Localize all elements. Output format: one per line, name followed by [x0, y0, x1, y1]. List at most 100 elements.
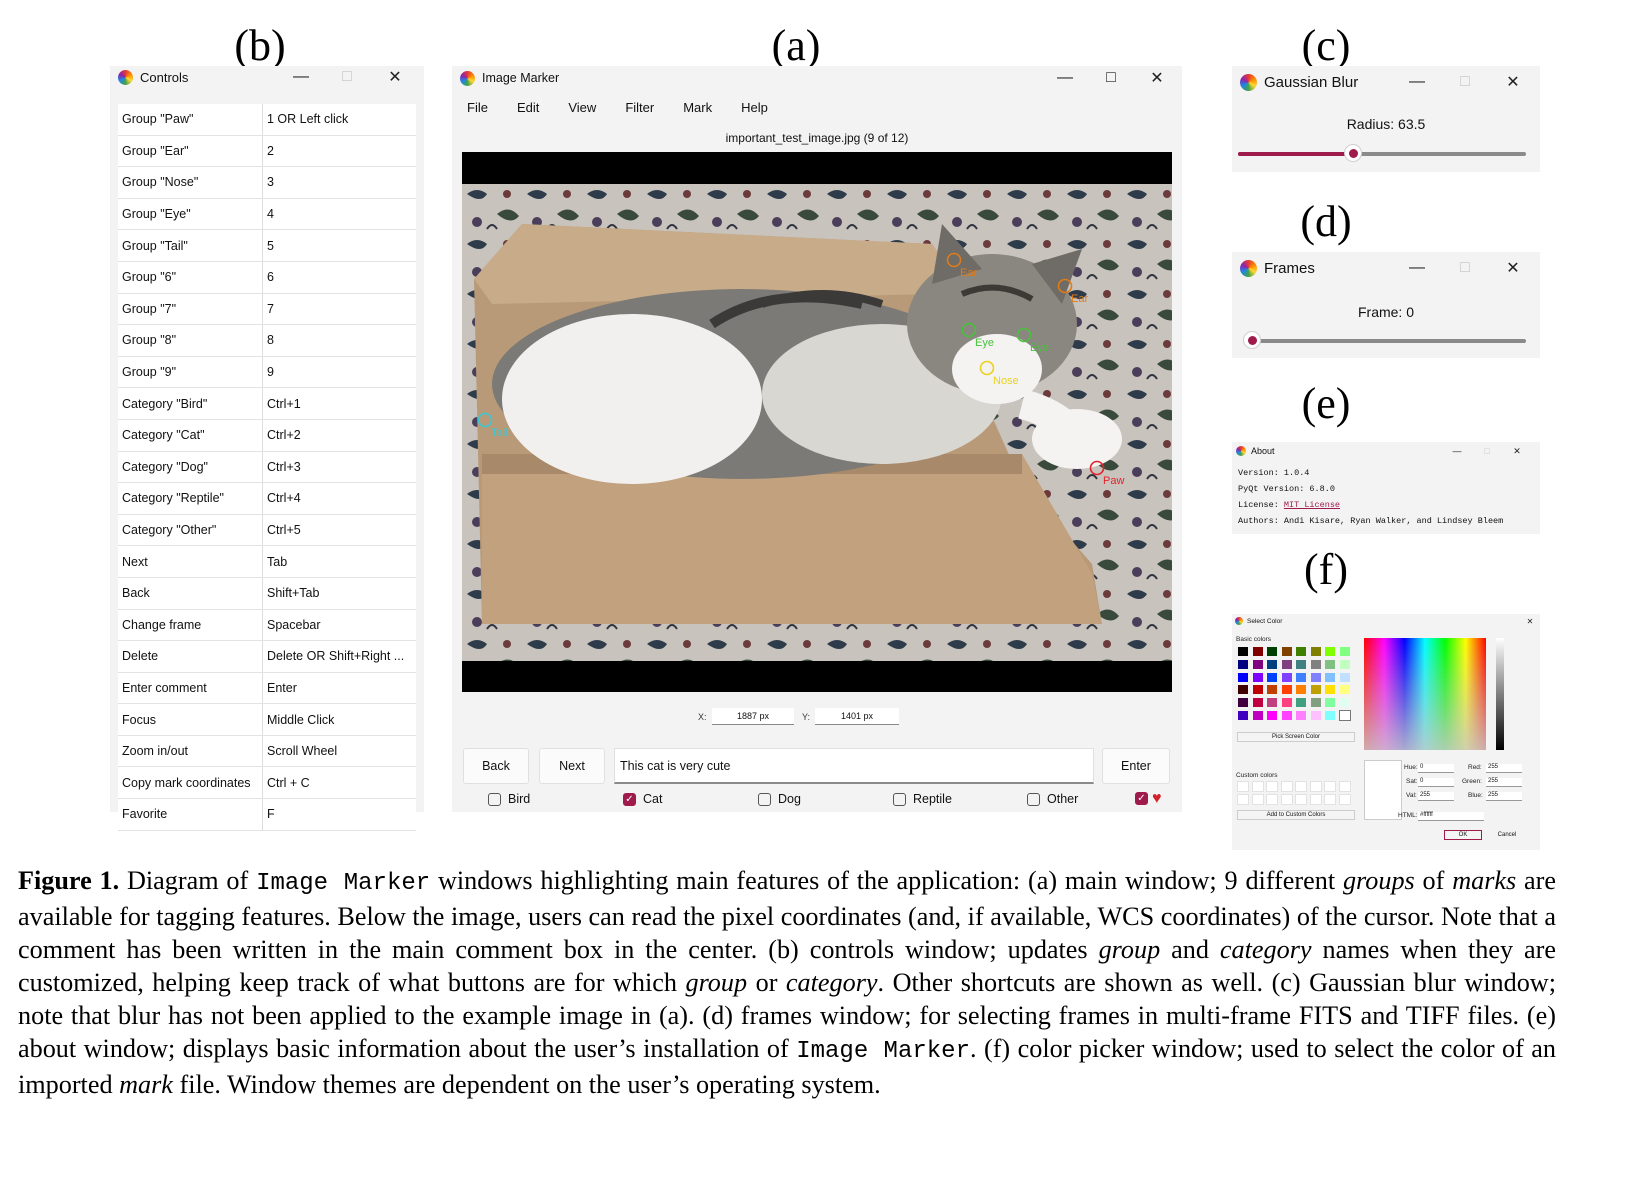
custom-color-swatch[interactable]: [1338, 781, 1351, 792]
mark-circle[interactable]: [946, 252, 962, 268]
custom-color-swatch[interactable]: [1237, 793, 1249, 805]
menu-mark[interactable]: Mark: [683, 94, 712, 120]
menu-help[interactable]: Help: [741, 94, 768, 120]
color-swatch[interactable]: [1310, 647, 1321, 656]
color-swatch[interactable]: [1310, 685, 1321, 695]
color-swatch[interactable]: [1310, 659, 1321, 669]
color-swatch[interactable]: [1267, 711, 1277, 720]
image-canvas[interactable]: Ear Ear Eye Eye Nose Tail Paw: [462, 152, 1172, 692]
mark-circle[interactable]: [1057, 278, 1073, 294]
menu-file[interactable]: File: [467, 94, 488, 120]
mark-circle[interactable]: [477, 412, 493, 428]
color-swatch[interactable]: [1267, 647, 1277, 656]
color-swatch[interactable]: [1238, 672, 1248, 682]
minimize-button[interactable]: —: [1394, 252, 1440, 284]
close-button[interactable]: ✕: [1522, 614, 1538, 628]
category-checkbox-dog[interactable]: Dog: [758, 792, 801, 806]
add-to-custom-colors-button[interactable]: Add to Custom Colors: [1237, 810, 1355, 820]
slider-thumb[interactable]: [1344, 144, 1363, 162]
color-swatch[interactable]: [1296, 698, 1306, 708]
custom-color-swatch[interactable]: [1237, 781, 1249, 792]
color-swatch[interactable]: [1267, 659, 1277, 669]
custom-color-swatch[interactable]: [1324, 793, 1336, 805]
color-swatch[interactable]: [1238, 698, 1248, 708]
hue-input[interactable]: 0: [1418, 764, 1454, 773]
color-swatch[interactable]: [1325, 711, 1335, 720]
color-swatch[interactable]: [1238, 659, 1248, 669]
close-button[interactable]: ✕: [1490, 66, 1536, 98]
color-swatch[interactable]: [1310, 698, 1321, 708]
minimize-button[interactable]: —: [1442, 442, 1472, 460]
color-swatch[interactable]: [1281, 659, 1292, 669]
color-swatch[interactable]: [1296, 685, 1306, 695]
color-swatch[interactable]: [1339, 647, 1350, 656]
license-link[interactable]: MIT License: [1284, 500, 1340, 510]
value-slider[interactable]: [1496, 638, 1504, 750]
maximize-button[interactable]: □: [1088, 66, 1134, 90]
custom-color-swatch[interactable]: [1280, 793, 1293, 805]
color-swatch[interactable]: [1339, 698, 1350, 708]
custom-color-swatch[interactable]: [1295, 781, 1307, 792]
mark-circle[interactable]: [1089, 460, 1105, 476]
color-swatch[interactable]: [1325, 647, 1335, 656]
color-swatch[interactable]: [1238, 685, 1248, 695]
mark-circle[interactable]: [1016, 327, 1032, 343]
color-swatch[interactable]: [1252, 711, 1263, 720]
custom-color-swatch[interactable]: [1280, 781, 1293, 792]
color-swatch[interactable]: [1252, 659, 1263, 669]
color-swatch[interactable]: [1339, 672, 1350, 682]
custom-color-swatch[interactable]: [1309, 781, 1322, 792]
color-swatch[interactable]: [1252, 647, 1263, 656]
color-swatch[interactable]: [1252, 698, 1263, 708]
menu-edit[interactable]: Edit: [517, 94, 539, 120]
color-swatch[interactable]: [1296, 659, 1306, 669]
color-swatch[interactable]: [1310, 672, 1321, 682]
custom-color-swatch[interactable]: [1266, 781, 1278, 792]
mark-circle[interactable]: [961, 322, 977, 338]
pick-screen-color-button[interactable]: Pick Screen Color: [1237, 732, 1355, 742]
color-swatch[interactable]: [1252, 685, 1263, 695]
blue-input[interactable]: 255: [1486, 792, 1522, 801]
color-swatch[interactable]: [1267, 685, 1277, 695]
html-input[interactable]: #ffffff: [1418, 812, 1484, 821]
color-swatch[interactable]: [1238, 647, 1248, 656]
favorite-checkbox[interactable]: ✓ ♥: [1135, 791, 1162, 807]
close-button[interactable]: ✕: [372, 66, 418, 88]
custom-color-swatch[interactable]: [1266, 793, 1278, 805]
enter-button[interactable]: Enter: [1102, 748, 1170, 784]
custom-color-swatch[interactable]: [1251, 781, 1264, 792]
val-input[interactable]: 255: [1418, 792, 1454, 801]
category-checkbox-other[interactable]: Other: [1027, 792, 1078, 806]
slider-thumb[interactable]: [1243, 331, 1261, 349]
color-spectrum[interactable]: [1364, 638, 1486, 750]
color-swatch[interactable]: [1296, 647, 1306, 656]
color-swatch[interactable]: [1281, 672, 1292, 682]
cancel-button[interactable]: Cancel: [1488, 830, 1526, 840]
minimize-button[interactable]: —: [278, 66, 324, 88]
radius-slider[interactable]: [1238, 144, 1526, 162]
sat-input[interactable]: 0: [1418, 778, 1454, 787]
color-swatch[interactable]: [1338, 710, 1351, 721]
mark-circle[interactable]: [979, 360, 995, 376]
close-button[interactable]: ✕: [1490, 252, 1536, 284]
color-picker-titlebar[interactable]: Select Color: [1232, 614, 1540, 628]
color-swatch[interactable]: [1252, 672, 1263, 682]
close-button[interactable]: ✕: [1502, 442, 1532, 460]
menu-view[interactable]: View: [568, 94, 596, 120]
ok-button[interactable]: OK: [1444, 830, 1482, 840]
color-swatch[interactable]: [1325, 685, 1335, 695]
color-swatch[interactable]: [1339, 659, 1350, 669]
back-button[interactable]: Back: [463, 748, 529, 784]
color-swatch[interactable]: [1267, 672, 1277, 682]
color-swatch[interactable]: [1325, 659, 1335, 669]
category-checkbox-reptile[interactable]: Reptile: [893, 792, 952, 806]
custom-color-swatch[interactable]: [1338, 793, 1351, 805]
custom-color-swatch[interactable]: [1324, 781, 1336, 792]
color-swatch[interactable]: [1296, 711, 1306, 720]
minimize-button[interactable]: —: [1042, 66, 1088, 90]
color-swatch[interactable]: [1267, 698, 1277, 708]
color-swatch[interactable]: [1339, 685, 1350, 695]
category-checkbox-bird[interactable]: Bird: [488, 792, 530, 806]
frame-slider[interactable]: [1243, 331, 1526, 349]
category-checkbox-cat[interactable]: ✓ Cat: [623, 792, 662, 806]
